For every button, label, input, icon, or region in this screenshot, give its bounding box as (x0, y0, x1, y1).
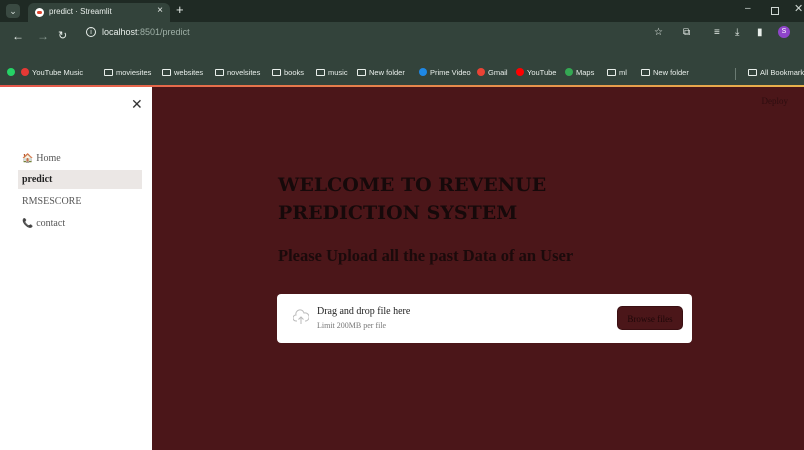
tab-title: predict · Streamlit (49, 7, 112, 16)
sidebar-item-label: predict (22, 174, 53, 185)
sidebar-item-label: Home (36, 153, 61, 164)
page-subtitle: Please Upload all the past Data of an Us… (278, 246, 574, 265)
reading-list-icon[interactable]: ≡ (714, 27, 720, 38)
sidebar: ✕ 🏠 Home predict RMSESCORE 📞 contact (0, 87, 152, 450)
sidebar-item-rmsescore[interactable]: RMSESCORE (18, 192, 142, 211)
dropzone-title: Drag and drop file here (317, 306, 411, 317)
bookmarks-divider (735, 68, 736, 80)
bookmark-books[interactable]: books (272, 68, 304, 77)
house-icon: 🏠 (22, 153, 34, 163)
sidebar-item-label: contact (36, 218, 66, 229)
new-tab-button[interactable]: + (176, 2, 184, 17)
browser-tab-strip: ⌄ predict · Streamlit × + – ✕ (0, 0, 804, 22)
bookmark-all-bookmarks[interactable]: All Bookmarks (748, 68, 804, 77)
browser-tab[interactable]: predict · Streamlit × (28, 3, 170, 22)
bookmark-youtube[interactable]: YouTube (516, 68, 556, 77)
bookmark-music[interactable]: music (316, 68, 348, 77)
forward-arrow-icon[interactable]: → (37, 29, 49, 43)
deploy-button[interactable]: Deploy (762, 96, 789, 106)
bookmark-prime-video[interactable]: Prime Video (419, 68, 471, 77)
url-text[interactable]: localhost:8501/predict (102, 27, 190, 37)
bookmark-new-folder-2[interactable]: New folder (641, 68, 689, 77)
bookmark-novelsites[interactable]: novelsites (215, 68, 260, 77)
profile-avatar[interactable]: S (778, 26, 790, 38)
back-arrow-icon[interactable]: ← (12, 29, 24, 43)
sidebar-item-contact[interactable]: 📞 contact (18, 214, 142, 233)
extensions-icon[interactable]: ⧉ (683, 27, 690, 38)
side-panel-icon[interactable]: ▮ (757, 27, 763, 38)
maximize-button[interactable] (771, 7, 779, 15)
tab-close-icon[interactable]: × (157, 5, 163, 16)
dropzone-limit: Limit 200MB per file (317, 321, 387, 330)
cloud-upload-icon (293, 309, 309, 324)
bookmark-new-folder[interactable]: New folder (357, 68, 405, 77)
close-window-button[interactable]: ✕ (794, 2, 803, 15)
whatsapp-icon[interactable] (7, 68, 18, 77)
sidebar-item-home[interactable]: 🏠 Home (18, 149, 142, 168)
bookmark-moviesites[interactable]: moviesites (104, 68, 151, 77)
bookmark-gmail[interactable]: Gmail (477, 68, 508, 77)
browse-files-button[interactable]: Browse files (617, 306, 683, 330)
tab-search-button[interactable]: ⌄ (6, 4, 20, 18)
bookmark-ml[interactable]: ml (607, 68, 627, 77)
minimize-button[interactable]: – (745, 3, 751, 14)
browser-toolbar: ← → ↻ i localhost:8501/predict ☆ ⧉ ≡ ⤓ ▮… (0, 22, 804, 63)
page-title: WELCOME TO REVENUE PREDICTION SYSTEM (278, 174, 547, 224)
main-content: Deploy WELCOME TO REVENUE PREDICTION SYS… (152, 87, 804, 450)
bookmark-youtube-music[interactable]: YouTube Music (21, 68, 83, 77)
address-bar[interactable]: i localhost:8501/predict (74, 26, 714, 43)
sidebar-item-predict[interactable]: predict (18, 170, 142, 189)
download-icon[interactable]: ⤓ (735, 27, 739, 38)
bookmark-star-icon[interactable]: ☆ (654, 27, 663, 38)
streamlit-favicon-icon (35, 8, 44, 17)
close-sidebar-icon[interactable]: ✕ (131, 96, 143, 113)
bookmark-maps[interactable]: Maps (565, 68, 594, 77)
phone-icon: 📞 (22, 218, 34, 228)
bookmarks-bar: YouTube Music moviesites websites novels… (0, 63, 804, 85)
bookmark-websites[interactable]: websites (162, 68, 203, 77)
sidebar-item-label: RMSESCORE (22, 196, 82, 207)
site-info-icon[interactable]: i (86, 27, 96, 37)
reload-icon[interactable]: ↻ (58, 29, 67, 42)
file-uploader-dropzone[interactable]: Drag and drop file here Limit 200MB per … (277, 294, 692, 343)
